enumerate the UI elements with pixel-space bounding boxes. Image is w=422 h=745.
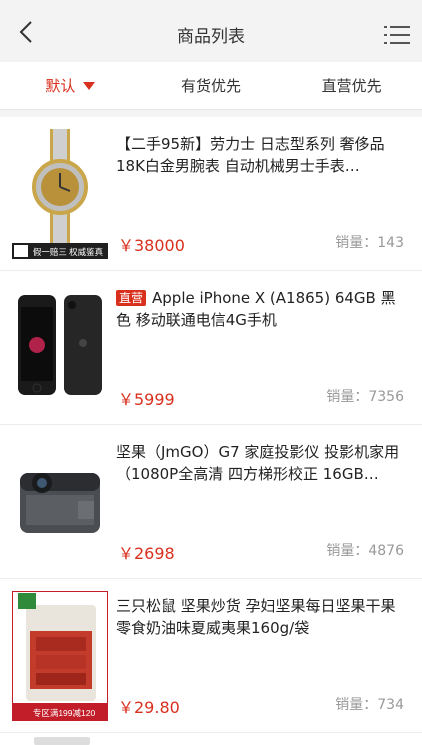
product-title-text: Apple iPhone X (A1865) 64GB 黑色 移动联通电信4G手…	[116, 289, 396, 329]
filter-default[interactable]: 默认	[0, 62, 141, 109]
product-image-watch: 假一赔三 权威鉴真	[12, 129, 108, 259]
product-title: 直营 Apple iPhone X (A1865) 64GB 黑色 移动联通电信4…	[116, 287, 404, 331]
product-sales: 销量：734	[335, 697, 404, 713]
product-price: ￥5999	[118, 390, 175, 409]
next-item-thumb-peek	[34, 737, 90, 745]
product-price: ￥38000	[118, 236, 185, 255]
caret-down-icon	[83, 81, 96, 90]
product-price: ￥2698	[118, 544, 175, 563]
product-item[interactable]: 专区满199减120 三只松鼠 坚果炒货 孕妇坚果每日坚果干果零食奶油味夏威夷果…	[0, 579, 422, 733]
page-title: 商品列表	[177, 27, 245, 47]
product-item[interactable]: 假一赔三 权威鉴真 【二手95新】劳力士 日志型系列 奢侈品18K白金男腕表 自…	[0, 117, 422, 271]
product-image-projector	[12, 437, 108, 567]
product-price: ￥29.80	[118, 698, 180, 717]
filter-in-stock[interactable]: 有货优先	[141, 62, 282, 109]
product-title: 坚果（JmGO）G7 家庭投影仪 投影机家用（1080P全高清 四方梯形校正 1…	[116, 443, 400, 483]
filter-in-stock-label: 有货优先	[181, 77, 242, 95]
direct-sale-badge: 直营	[116, 290, 147, 306]
top-navbar: 商品列表	[0, 0, 422, 62]
product-sales: 销量：4876	[326, 543, 404, 559]
product-title: 三只松鼠 坚果炒货 孕妇坚果每日坚果干果零食奶油味夏威夷果160g/袋	[116, 597, 396, 637]
product-image-snack: 专区满199减120	[12, 591, 108, 721]
svg-text:专区满199减120: 专区满199减120	[33, 708, 96, 718]
svg-text:假一赔三 权威鉴真: 假一赔三 权威鉴真	[33, 247, 104, 257]
filter-direct-sale-label: 直营优先	[321, 77, 382, 95]
filter-direct-sale[interactable]: 直营优先	[281, 62, 422, 109]
product-title: 【二手95新】劳力士 日志型系列 奢侈品18K白金男腕表 自动机械男士手表…	[116, 135, 385, 175]
product-item[interactable]: 坚果（JmGO）G7 家庭投影仪 投影机家用（1080P全高清 四方梯形校正 1…	[0, 425, 422, 579]
list-menu-icon[interactable]	[384, 24, 410, 46]
product-item[interactable]: 直营 Apple iPhone X (A1865) 64GB 黑色 移动联通电信4…	[0, 271, 422, 425]
product-list: 假一赔三 权威鉴真 【二手95新】劳力士 日志型系列 奢侈品18K白金男腕表 自…	[0, 117, 422, 745]
product-image-phone	[12, 283, 108, 413]
filter-default-label: 默认	[45, 77, 76, 95]
product-sales: 销量：7356	[326, 389, 404, 405]
filter-bar: 默认 有货优先 直营优先	[0, 62, 422, 110]
product-sales: 销量：143	[335, 235, 404, 251]
